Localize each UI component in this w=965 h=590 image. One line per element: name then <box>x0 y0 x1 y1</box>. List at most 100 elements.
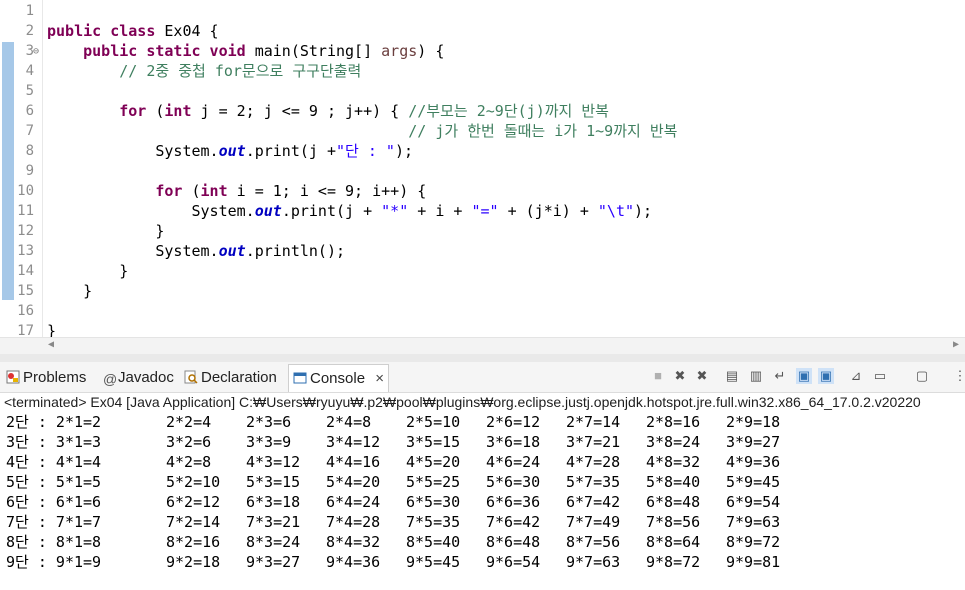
console-cell: 7*8=56 <box>646 513 701 531</box>
console-line: 6단 : 6*1=6 6*2=12 6*3=18 6*4=24 6*5=30 6*6=36… <box>6 492 956 512</box>
console-cell: 5*4=20 <box>326 473 381 491</box>
code-token: out <box>254 202 282 220</box>
console-cell: 4*3=12 <box>246 453 301 471</box>
scroll-lock-icon[interactable]: ▥ <box>748 368 764 384</box>
word-wrap-icon[interactable]: ↵ <box>772 368 788 384</box>
code-line[interactable]: for (int j = 2; j <= 9 ; j++) { //부모는 2~… <box>47 101 609 121</box>
console-cell: 6*5=30 <box>406 493 461 511</box>
code-line[interactable]: for (int i = 1; i <= 9; i++) { <box>47 181 426 201</box>
code-line[interactable]: // 2중 중첩 for문으로 구구단출력 <box>47 61 361 81</box>
pane-divider[interactable] <box>0 354 965 362</box>
console-cell: 2*7=14 <box>566 413 621 431</box>
view-menu-icon[interactable]: ⋮ <box>952 368 965 384</box>
code-token: .println(); <box>245 242 346 260</box>
tab-javadoc[interactable]: @Javadoc <box>103 366 174 390</box>
console-output[interactable]: 2단 : 2*1=2 2*2=4 2*3=6 2*4=8 2*5=10 2*6=12 2*7… <box>6 412 956 572</box>
console-cell: 7*4=28 <box>326 513 381 531</box>
console-cell: 5*8=40 <box>646 473 701 491</box>
console-cell: 2*8=16 <box>646 413 701 431</box>
tab-console[interactable]: Console × <box>288 364 389 392</box>
pin-console-icon[interactable]: ⊿ <box>848 368 864 384</box>
code-line[interactable]: } <box>47 281 92 301</box>
remove-all-icon[interactable]: ✖ <box>694 368 710 384</box>
open-console-icon[interactable]: ▢ <box>914 368 930 384</box>
code-line[interactable]: // j가 한번 돌때는 i가 1~9까지 반복 <box>47 121 677 141</box>
code-line[interactable]: public class Ex04 { <box>47 21 219 41</box>
tab-declaration[interactable]: Declaration <box>184 366 277 390</box>
code-line[interactable]: System.out.print(j + "*" + i + "=" + (j*… <box>47 201 652 221</box>
terminate-icon[interactable]: ■ <box>650 368 666 384</box>
line-number: 4 <box>25 63 34 79</box>
line-number: 10 <box>17 183 34 199</box>
display-console-icon[interactable]: ▭ <box>872 368 888 384</box>
code-line[interactable]: } <box>47 221 164 241</box>
code-token: public static void <box>83 42 246 60</box>
console-line: 8단 : 8*1=8 8*2=16 8*3=24 8*4=32 8*5=40 8*6=48… <box>6 532 956 552</box>
console-cell: 3단 : 3*1=3 <box>6 433 102 451</box>
console-icon <box>293 367 307 384</box>
code-editor[interactable]: 1 2 3 4 5 6 7 8 9 10 11 12 13 14 15 16 17 ⊖ public class… <box>0 0 965 337</box>
console-cell: 7*5=35 <box>406 513 461 531</box>
console-cell: 5*3=15 <box>246 473 301 491</box>
console-line: 4단 : 4*1=4 4*2=8 4*3=12 4*4=16 4*5=20 4*6=24 4… <box>6 452 956 472</box>
code-token: // j가 한번 돌때는 i가 1~9까지 반복 <box>408 122 678 140</box>
console-cell: 3*8=24 <box>646 433 701 451</box>
code-token: out <box>218 242 246 260</box>
editor-corner <box>0 337 42 355</box>
line-number: 3 <box>25 43 34 59</box>
show-stderr-icon[interactable]: ▣ <box>818 368 834 384</box>
console-cell: 7*7=49 <box>566 513 621 531</box>
tab-label: Console <box>310 370 366 387</box>
tab-problems[interactable]: Problems <box>6 366 86 390</box>
code-line[interactable]: } <box>47 261 128 281</box>
line-number: 6 <box>25 103 34 119</box>
code-token: "\t" <box>597 202 635 220</box>
code-line[interactable]: public static void main(String[] args) { <box>47 41 444 61</box>
close-icon[interactable]: × <box>375 370 384 387</box>
console-cell: 8*9=72 <box>726 533 781 551</box>
scroll-right-icon[interactable]: ▶ <box>953 339 959 350</box>
console-cell: 3*6=18 <box>486 433 541 451</box>
console-cell: 8*6=48 <box>486 533 541 551</box>
console-cell: 3*7=21 <box>566 433 621 451</box>
console-cell: 7*9=63 <box>726 513 781 531</box>
line-number: 15 <box>17 283 34 299</box>
code-token: for <box>119 102 147 120</box>
console-cell: 8*5=40 <box>406 533 461 551</box>
console-cell: 3*3=9 <box>246 433 292 451</box>
code-token: System. <box>47 142 219 160</box>
code-token: + i + <box>408 202 472 220</box>
console-cell: 6*7=42 <box>566 493 621 511</box>
code-line[interactable]: } <box>47 321 56 337</box>
remove-launch-icon[interactable]: ✖ <box>672 368 688 384</box>
line-number: 17 <box>17 323 34 337</box>
horizontal-scrollbar[interactable]: ◀ ▶ <box>42 337 965 354</box>
fold-toggle-icon[interactable]: ⊖ <box>33 42 39 62</box>
console-cell: 5*6=30 <box>486 473 541 491</box>
code-line[interactable]: System.out.print(j +"단 : "); <box>47 141 413 161</box>
console-cell: 4*7=28 <box>566 453 621 471</box>
code-token: .print(j + <box>245 142 336 160</box>
console-cell: 5*5=25 <box>406 473 461 491</box>
console-cell: 7단 : 7*1=7 <box>6 513 102 531</box>
console-line: 5단 : 5*1=5 5*2=10 5*3=15 5*4=20 5*5=25 5*6=30… <box>6 472 956 492</box>
code-line[interactable]: System.out.println(); <box>47 241 345 261</box>
line-number: 8 <box>25 143 34 159</box>
code-token: ); <box>394 142 414 160</box>
line-number: 2 <box>25 23 34 39</box>
line-number: 11 <box>17 203 34 219</box>
console-cell: 9*9=81 <box>726 553 781 571</box>
console-line: 2단 : 2*1=2 2*2=4 2*3=6 2*4=8 2*5=10 2*6=12 2*7… <box>6 412 956 432</box>
declaration-icon <box>184 368 198 384</box>
console-cell: 7*3=21 <box>246 513 301 531</box>
show-stdout-icon[interactable]: ▣ <box>796 368 812 384</box>
scroll-left-icon[interactable]: ◀ <box>48 339 54 350</box>
code-token: } <box>47 282 93 300</box>
console-cell: 7*6=42 <box>486 513 541 531</box>
clear-console-icon[interactable]: ▤ <box>724 368 740 384</box>
console-cell: 9*5=45 <box>406 553 461 571</box>
console-cell: 5*9=45 <box>726 473 781 491</box>
